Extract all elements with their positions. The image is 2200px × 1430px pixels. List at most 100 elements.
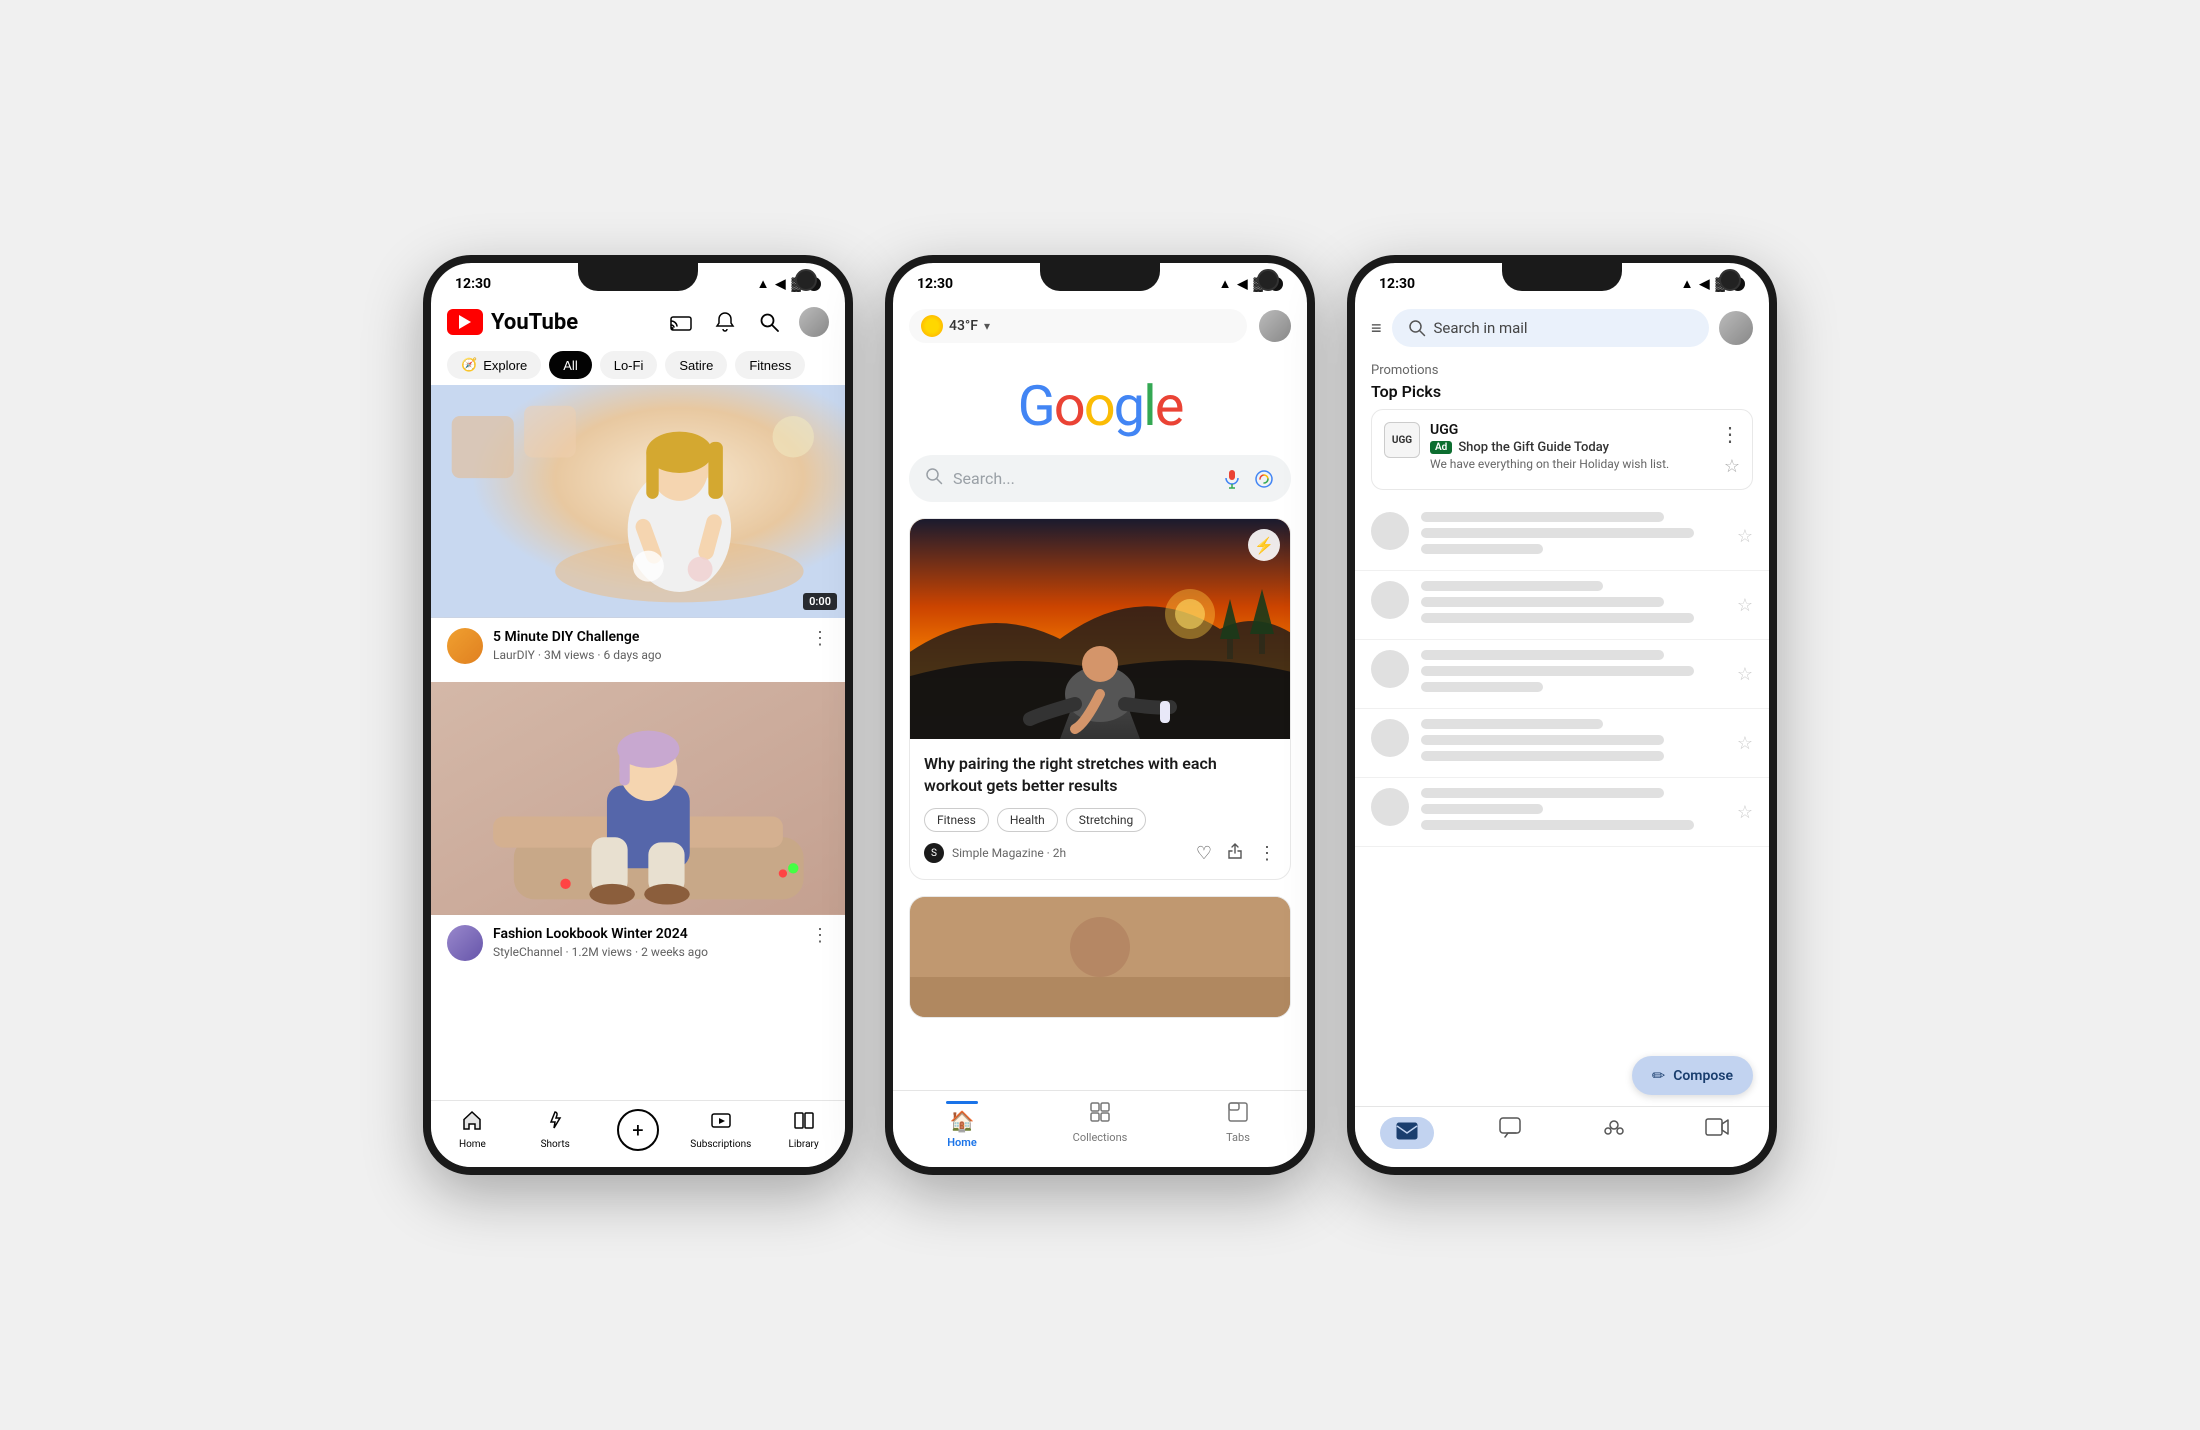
email-item-5[interactable]: ☆ [1355,778,1769,847]
email-sender-2 [1421,581,1603,591]
email-item-4[interactable]: ☆ [1355,709,1769,778]
chip-explore[interactable]: 🧭 Explore [447,351,541,379]
email-star-3[interactable]: ☆ [1737,664,1753,685]
email-item-1[interactable]: ☆ [1355,502,1769,571]
video-icon-gmail [1705,1117,1729,1141]
promo-tagline: Shop the Gift Guide Today [1458,440,1609,455]
promo-more-btn[interactable]: ⋮ [1720,422,1740,446]
google-letter-o2: o [1084,373,1114,439]
chip-satire[interactable]: Satire [665,351,727,379]
add-button-yt[interactable]: + [617,1109,659,1151]
article-image-1: ⚡ [910,519,1290,739]
email-sender-5 [1421,788,1664,798]
spaces-icon-gmail [1603,1117,1625,1144]
search-input-google[interactable]: Search... [953,469,1211,488]
email-star-5[interactable]: ☆ [1737,802,1753,823]
email-content-4 [1421,719,1725,767]
google-letter-e: e [1155,373,1183,439]
signal-icon-3: ◀ [1700,277,1710,292]
email-subject-2 [1421,597,1664,607]
video-title-2: Fashion Lookbook Winter 2024 [493,925,801,943]
gmail-feed: ☆ ☆ ☆ [1355,502,1769,1106]
video-more-btn-1[interactable]: ⋮ [811,628,829,649]
subscriptions-icon [710,1109,732,1136]
notification-button[interactable] [711,308,739,336]
lens-icon[interactable] [1253,468,1275,490]
email-item-3[interactable]: ☆ [1355,640,1769,709]
tag-health[interactable]: Health [997,808,1058,832]
article-card-1[interactable]: ⚡ Why pairing the right stretches with e… [909,518,1291,880]
tag-stretching[interactable]: Stretching [1066,808,1146,832]
video-sub-2: StyleChannel · 1.2M views · 2 weeks ago [493,945,801,959]
gmail-nav-spaces[interactable] [1562,1117,1666,1149]
gmail-search-bar[interactable]: Search in mail [1392,309,1709,347]
signal-icon-1: ◀ [776,277,786,292]
microphone-icon[interactable] [1221,468,1243,490]
channel-avatar-1 [447,628,483,664]
google-search-bar[interactable]: Search... [909,455,1291,502]
weather-temp: 43°F [949,318,978,334]
google-nav-collections-label: Collections [1073,1131,1128,1144]
promo-ad-row: Ad Shop the Gift Guide Today [1430,440,1710,455]
yt-nav-subscriptions[interactable]: Subscriptions [679,1109,762,1151]
search-button-yt[interactable] [755,308,783,336]
video-info-2: Fashion Lookbook Winter 2024 StyleChanne… [431,915,845,971]
email-item-2[interactable]: ☆ [1355,571,1769,640]
google-logo: Google [1018,373,1183,439]
video-title-1: 5 Minute DIY Challenge [493,628,801,646]
filter-chips: 🧭 Explore All Lo-Fi Satire Fitness [431,345,845,385]
google-nav-tabs-label: Tabs [1226,1131,1250,1144]
email-subject-1 [1421,528,1694,538]
search-icon-google [925,467,943,490]
gmail-nav-chat[interactable] [1459,1117,1563,1149]
weather-chip[interactable]: 43°F ▾ [909,309,1247,343]
yt-nav-add[interactable]: + [597,1109,680,1151]
article-card-2[interactable] [909,896,1291,1018]
yt-nav-shorts[interactable]: Shorts [514,1109,597,1151]
chip-lofi[interactable]: Lo-Fi [600,351,658,379]
google-nav-tabs[interactable]: Tabs [1169,1101,1307,1149]
tag-fitness[interactable]: Fitness [924,808,989,832]
google-nav-home[interactable]: 🏠 Home [893,1101,1031,1149]
email-star-4[interactable]: ☆ [1737,733,1753,754]
video-thumbnail-1: 0:00 [431,385,845,618]
video-card-1[interactable]: 0:00 5 Minute DIY Challenge LaurDIY · 3M… [431,385,845,674]
yt-nav-library[interactable]: Library [762,1109,845,1151]
email-star-2[interactable]: ☆ [1737,595,1753,616]
chip-all[interactable]: All [549,351,591,379]
yt-nav-home[interactable]: Home [431,1109,514,1151]
gmail-nav-video[interactable] [1666,1117,1770,1149]
promo-star-btn[interactable]: ☆ [1724,456,1740,477]
video-sub-1: LaurDIY · 3M views · 6 days ago [493,648,801,662]
yt-logo-text: YouTube [491,310,578,335]
share-button[interactable] [1226,842,1244,865]
more-button-article[interactable]: ⋮ [1258,842,1276,865]
article-source: Simple Magazine · 2h [952,846,1188,860]
google-nav-collections[interactable]: Collections [1031,1101,1169,1149]
video-card-2[interactable]: Fashion Lookbook Winter 2024 StyleChanne… [431,682,845,971]
google-feed: ⚡ Why pairing the right stretches with e… [893,518,1307,1090]
email-preview-1 [1421,544,1543,554]
video-more-btn-2[interactable]: ⋮ [811,925,829,946]
email-preview-5 [1421,820,1694,830]
email-star-1[interactable]: ☆ [1737,526,1753,547]
menu-icon-gmail[interactable]: ≡ [1371,318,1382,339]
ad-badge: Ad [1430,441,1452,454]
chip-fitness[interactable]: Fitness [735,351,805,379]
like-button[interactable]: ♡ [1196,842,1212,865]
google-letter-g2: g [1114,373,1143,439]
email-content-5 [1421,788,1725,836]
gmail-search-input[interactable]: Search in mail [1434,319,1693,337]
user-avatar-gmail[interactable] [1719,311,1753,345]
video-timestamp-1: 0:00 [803,593,837,610]
weather-sun-icon [921,315,943,337]
email-content-3 [1421,650,1725,698]
cast-button[interactable] [667,308,695,336]
ugg-promo[interactable]: UGG UGG Ad Shop the Gift Guide Today We … [1371,409,1753,490]
compose-button[interactable]: ✏ Compose [1632,1056,1753,1095]
promo-content: UGG Ad Shop the Gift Guide Today We have… [1430,422,1710,471]
user-avatar-google[interactable] [1259,310,1291,342]
user-avatar-yt[interactable] [799,307,829,337]
gmail-nav-mail[interactable] [1355,1117,1459,1149]
email-sender-4 [1421,719,1603,729]
